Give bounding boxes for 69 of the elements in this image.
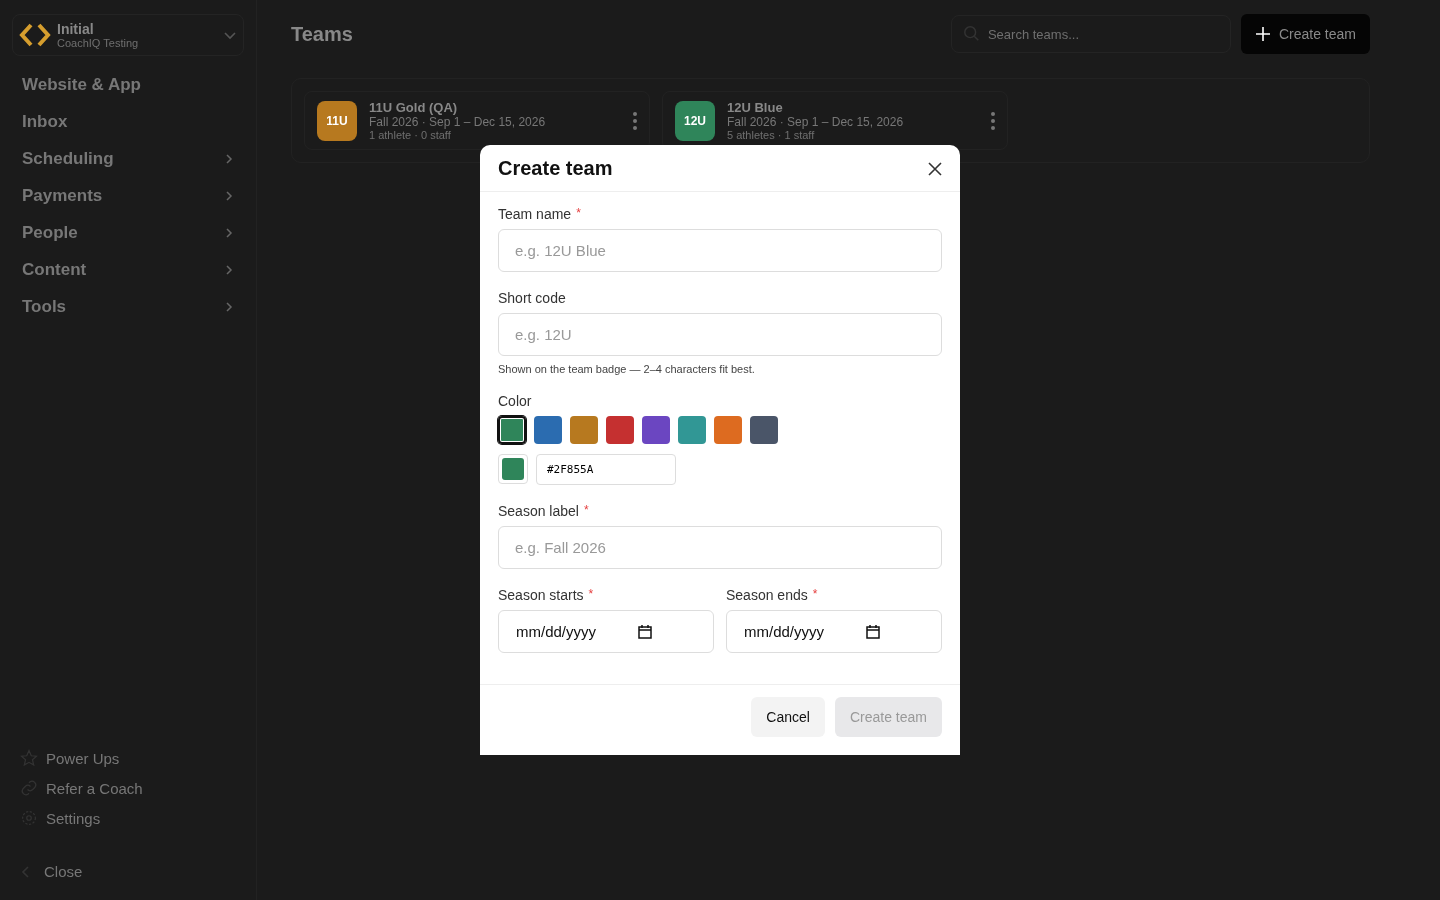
color-swatch[interactable] (750, 416, 778, 444)
required-mark: * (812, 587, 818, 601)
field-label: Season label (498, 503, 579, 519)
chevron-left-icon (20, 864, 32, 879)
short-code-field[interactable]: e.g. 12U (498, 313, 942, 356)
calendar-icon (638, 624, 652, 639)
color-swatch[interactable] (534, 416, 562, 444)
team-dates: Fall 2026 · Sep 1 – Dec 15, 2026 (727, 115, 905, 129)
nav-item[interactable]: Scheduling (12, 140, 244, 177)
link-icon (20, 779, 38, 797)
team-name: 11U Gold (QA) (369, 100, 459, 115)
required-mark: * (576, 206, 581, 220)
field-label: Season starts (498, 587, 584, 603)
workspace-switcher[interactable]: Initial CoachIQ Testing (12, 14, 244, 56)
team-name: 12U Blue (727, 100, 784, 115)
dialog-title: Create team (498, 157, 613, 180)
plus-icon (1254, 26, 1271, 42)
team-dates: Fall 2026 · Sep 1 – Dec 15, 2026 (369, 115, 547, 129)
footer-nav-item[interactable]: Settings (20, 809, 244, 827)
close-sidebar-button[interactable]: Close (20, 857, 244, 886)
color-swatch[interactable] (714, 416, 742, 444)
color-swatch[interactable] (498, 416, 526, 444)
team-badge: 12U (675, 100, 715, 141)
season-label-field[interactable]: e.g. Fall 2026 (498, 526, 942, 569)
chevron-right-icon (224, 264, 234, 276)
required-mark: * (583, 503, 589, 517)
field-label: Team name (498, 206, 572, 222)
chevron-right-icon (224, 190, 234, 202)
more-options-icon[interactable] (633, 111, 637, 130)
star-icon (20, 749, 38, 767)
nav-item[interactable]: People (12, 214, 244, 251)
page-title: Teams (291, 22, 354, 46)
field-label: Season ends (726, 587, 808, 603)
close-icon[interactable] (928, 161, 942, 176)
color-swatch[interactable] (642, 416, 670, 444)
team-counts: 1 athlete · 0 staff (369, 129, 452, 141)
create-team-button[interactable]: Create team (1240, 14, 1370, 54)
color-swatch[interactable] (606, 416, 634, 444)
nav-item[interactable]: Tools (12, 288, 244, 325)
search-field[interactable]: Search teams... (950, 15, 1231, 53)
nav-item[interactable]: Payments (12, 177, 244, 214)
nav-item[interactable]: Inbox (12, 103, 244, 140)
hex-color-field[interactable]: #2F855A (536, 454, 676, 485)
workspace-subtitle: CoachIQ Testing (57, 37, 140, 49)
chevron-right-icon (224, 227, 234, 239)
more-options-icon[interactable] (991, 111, 995, 130)
team-name-field[interactable]: e.g. 12U Blue (498, 229, 942, 272)
calendar-icon (866, 624, 880, 639)
cancel-button[interactable]: Cancel (751, 697, 825, 737)
workspace-name: Initial (57, 21, 95, 37)
color-preview[interactable] (498, 454, 528, 484)
field-label: Short code (498, 290, 566, 306)
team-badge: 11U (317, 100, 357, 141)
date-field[interactable]: mm/dd/yyyy (498, 610, 714, 653)
nav-item[interactable]: Content (12, 251, 244, 288)
chevron-right-icon (224, 301, 234, 313)
search-icon (962, 25, 981, 43)
chevron-right-icon (224, 153, 234, 165)
nav-item[interactable]: Website & App (12, 66, 244, 103)
footer-nav-item[interactable]: Power Ups (20, 749, 244, 767)
footer-nav-item[interactable]: Refer a Coach (20, 779, 244, 797)
color-swatch[interactable] (678, 416, 706, 444)
field-label: Color (498, 393, 532, 409)
required-mark: * (588, 587, 594, 601)
date-field[interactable]: mm/dd/yyyy (726, 610, 942, 653)
color-swatch[interactable] (570, 416, 598, 444)
field-hint: Shown on the team badge — 2–4 characters fit best. (498, 363, 756, 375)
team-counts: 5 athletes · 1 staff (727, 129, 816, 141)
settings-icon (20, 809, 38, 827)
